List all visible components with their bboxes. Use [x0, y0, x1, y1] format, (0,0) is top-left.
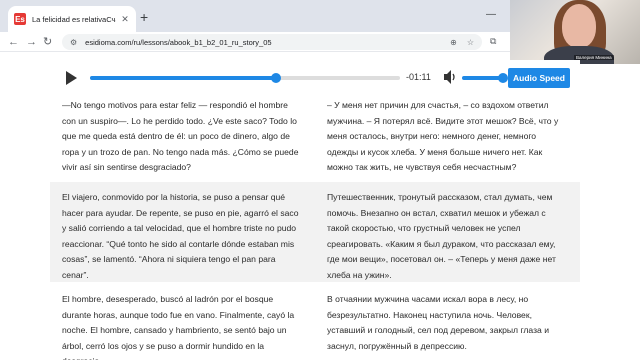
russian-paragraph: – У меня нет причин для счастья, – со вз…	[327, 100, 559, 172]
spanish-paragraph: El hombre, desesperado, buscó al ladrón …	[62, 294, 295, 360]
story-row: —No tengo motivos para estar feliz — res…	[50, 100, 580, 182]
reload-icon[interactable]: ↻	[43, 35, 52, 49]
address-bar[interactable]: ⚙ esidioma.com/ru/lessons/abook_b1_b2_01…	[62, 34, 482, 50]
time-remaining: -01:11	[406, 72, 431, 82]
volume-thumb[interactable]	[498, 73, 508, 83]
progress-fill	[90, 76, 276, 80]
volume-icon[interactable]	[443, 69, 457, 85]
extensions-icon[interactable]: ⧉	[490, 36, 496, 47]
story-row: El viajero, conmovido por la historia, s…	[50, 182, 580, 282]
bookmark-star-icon[interactable]: ☆	[467, 38, 474, 47]
site-info-icon[interactable]: ⚙	[70, 38, 77, 47]
presenter-face	[562, 4, 596, 48]
russian-paragraph: В отчаянии мужчина часами искал вора в л…	[327, 294, 550, 351]
russian-paragraph: Путешественник, тронутый рассказом, стал…	[327, 192, 556, 280]
back-icon[interactable]: ←	[8, 35, 19, 49]
close-icon[interactable]: ✕	[120, 14, 130, 25]
audio-player: -01:11	[50, 60, 580, 96]
zoom-icon[interactable]: ⊕	[450, 38, 457, 47]
play-icon[interactable]	[66, 71, 77, 85]
browser-tab[interactable]: Es La felicidad es relativaСчастье ✕	[8, 6, 136, 32]
minimize-icon[interactable]: —	[486, 9, 496, 20]
progress-thumb[interactable]	[271, 73, 281, 83]
progress-slider[interactable]	[90, 73, 400, 83]
forward-icon[interactable]: →	[26, 35, 37, 49]
tab-title: La felicidad es relativaСчастье	[32, 14, 116, 24]
new-tab-button[interactable]: +	[140, 10, 148, 24]
site-favicon-icon: Es	[14, 13, 26, 25]
story-row: El hombre, desesperado, buscó al ladrón …	[50, 282, 580, 360]
spanish-paragraph: El viajero, conmovido por la historia, s…	[62, 192, 299, 280]
volume-slider[interactable]	[462, 76, 502, 80]
audio-speed-button[interactable]: Audio Speed	[508, 68, 570, 88]
spanish-paragraph: —No tengo motivos para estar feliz — res…	[62, 100, 299, 172]
url-text: esidioma.com/ru/lessons/abook_b1_b2_01_r…	[85, 37, 272, 47]
